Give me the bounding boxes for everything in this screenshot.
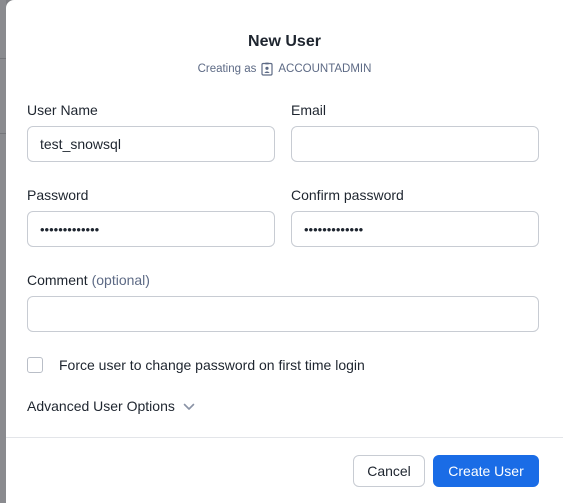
creating-as-line: Creating as ACCOUNTADMIN	[6, 62, 563, 76]
comment-field[interactable]	[27, 296, 539, 332]
user-name-field[interactable]	[27, 126, 275, 162]
optional-hint: (optional)	[91, 272, 150, 288]
password-label: Password	[27, 187, 89, 203]
role-name: ACCOUNTADMIN	[278, 63, 372, 75]
comment-label-text: Comment	[27, 272, 88, 288]
chevron-down-icon	[183, 398, 195, 414]
confirm-password-field[interactable]: •••••••••••••	[291, 211, 539, 247]
password-field[interactable]: •••••••••••••	[27, 211, 275, 247]
comment-input[interactable]	[40, 306, 526, 322]
user-name-input[interactable]	[40, 136, 262, 152]
cancel-button[interactable]: Cancel	[353, 455, 425, 487]
email-field[interactable]	[291, 126, 539, 162]
advanced-user-options-toggle[interactable]: Advanced User Options	[27, 398, 195, 414]
create-user-button[interactable]: Create User	[433, 455, 539, 487]
dialog-title: New User	[248, 33, 321, 50]
advanced-user-options-label: Advanced User Options	[27, 398, 175, 414]
user-name-label: User Name	[27, 102, 98, 118]
comment-label: Comment (optional)	[27, 272, 150, 288]
email-label: Email	[291, 102, 327, 118]
new-user-dialog: New User Creating as ACCOUNTADMIN User N…	[6, 0, 563, 503]
footer-divider	[6, 437, 563, 438]
email-input[interactable]	[304, 136, 526, 152]
confirm-password-masked-value: •••••••••••••	[304, 221, 364, 237]
id-badge-icon	[261, 62, 273, 76]
confirm-password-label: Confirm password	[291, 187, 404, 203]
force-password-change-label[interactable]: Force user to change password on first t…	[59, 357, 365, 373]
password-masked-value: •••••••••••••	[40, 221, 100, 237]
force-password-change-checkbox[interactable]	[27, 357, 43, 373]
creating-as-prefix: Creating as	[197, 63, 257, 75]
